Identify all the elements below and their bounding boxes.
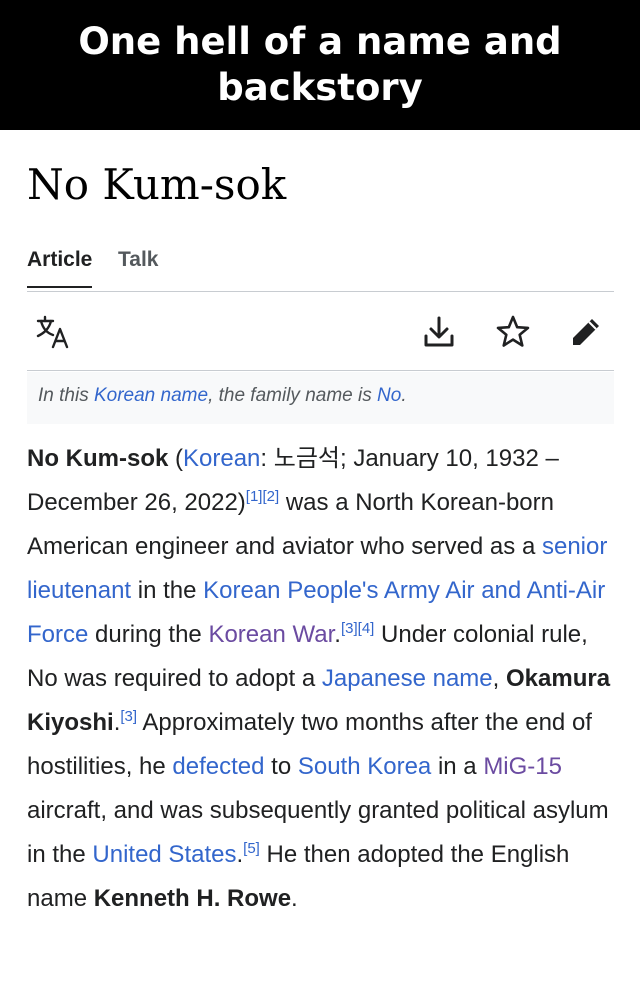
ref-5[interactable]: [5] <box>243 840 260 857</box>
hatnote-period: . <box>401 385 407 406</box>
subject-name: No Kum-sok <box>27 445 169 472</box>
defected-link[interactable]: defected <box>172 753 264 780</box>
text: in a <box>431 753 484 780</box>
meme-caption: One hell of a name and backstory <box>40 19 600 111</box>
text: . <box>291 885 298 912</box>
text: in the <box>131 577 204 604</box>
tab-article[interactable]: Article <box>27 248 93 288</box>
language-icon[interactable] <box>35 314 71 350</box>
star-icon[interactable] <box>495 314 531 350</box>
ref-3[interactable]: [3] <box>341 620 358 637</box>
page-tabs: Article Talk <box>27 248 614 292</box>
edit-icon[interactable] <box>568 314 604 350</box>
south-korea-link[interactable]: South Korea <box>298 753 431 780</box>
hatnote-text-2: , the family name is <box>208 385 378 406</box>
family-name-link[interactable]: No <box>377 385 401 406</box>
caption-line-2: backstory <box>217 66 423 109</box>
tab-talk[interactable]: Talk <box>118 248 158 272</box>
korean-language-link[interactable]: Korean <box>183 445 260 472</box>
text: . <box>334 621 341 648</box>
japanese-name-link[interactable]: Japanese name <box>322 665 493 692</box>
ref-3b[interactable]: [3] <box>120 708 137 725</box>
hatnote-text: In this <box>38 385 94 406</box>
korean-name-hatnote: In this Korean name, the family name is … <box>27 372 614 424</box>
article-lead-paragraph: No Kum-sok (Korean: 노금석; January 10, 193… <box>27 437 619 921</box>
page-title: No Kum-sok <box>27 160 287 209</box>
mig-15-link[interactable]: MiG-15 <box>483 753 562 780</box>
text: to <box>264 753 298 780</box>
text: ( <box>168 445 184 472</box>
korean-name-link[interactable]: Korean name <box>94 385 208 406</box>
meme-caption-banner: One hell of a name and backstory <box>0 0 640 130</box>
united-states-link[interactable]: United States <box>92 841 236 868</box>
ref-4[interactable]: [4] <box>358 620 375 637</box>
ref-2[interactable]: [2] <box>262 488 279 505</box>
english-name-bold: Kenneth H. Rowe <box>93 885 292 912</box>
page-toolbar <box>27 300 614 371</box>
korean-war-link[interactable]: Korean War <box>208 621 334 648</box>
ref-1[interactable]: [1] <box>246 488 263 505</box>
text: during the <box>88 621 209 648</box>
text: , <box>492 665 506 692</box>
caption-line-1: One hell of a name and <box>78 20 562 63</box>
download-icon[interactable] <box>421 314 457 350</box>
